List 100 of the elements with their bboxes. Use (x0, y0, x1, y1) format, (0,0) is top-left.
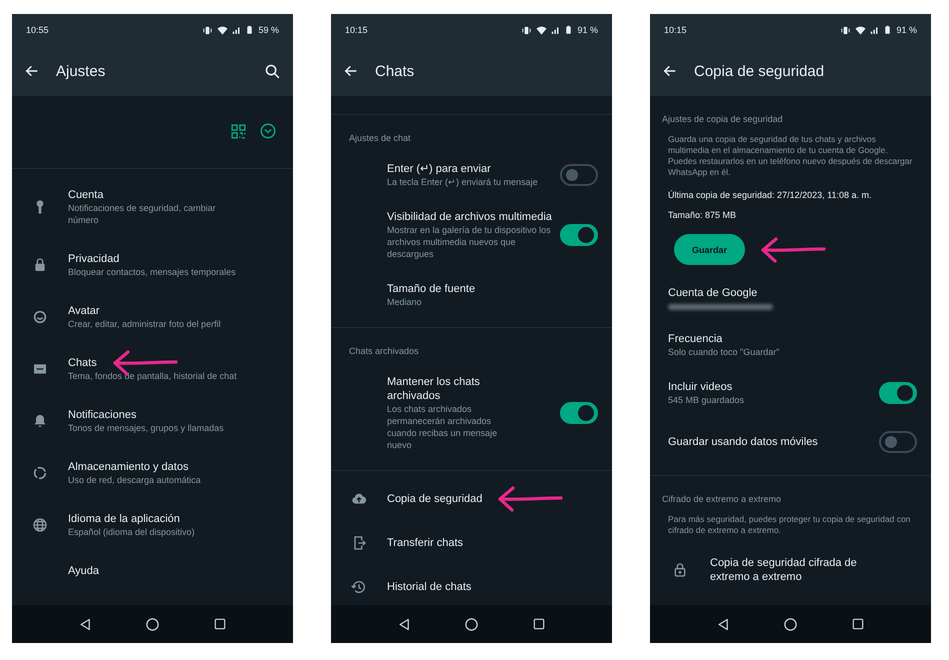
setting-description: La tecla Enter (↵) enviará tu mensaje (387, 176, 539, 188)
setting-item[interactable]: Frecuencia Solo cuando toco "Guardar" (650, 321, 931, 369)
screen-title: Chats (375, 62, 414, 80)
setting-description: Bloquear contactos, mensajes temporales (68, 266, 237, 278)
toggle-switch[interactable] (879, 382, 917, 404)
setting-title: Copia de seguridad cifrada de extremo a extremo (710, 556, 858, 584)
chevron-down-circle-icon (259, 122, 277, 140)
toggle-switch[interactable] (560, 224, 598, 246)
vibrate-icon (840, 24, 852, 36)
circle-home-icon (145, 616, 160, 632)
setting-item[interactable]: Ayuda (12, 551, 293, 591)
lock-icon (672, 562, 688, 578)
toggle-switch[interactable] (560, 164, 598, 186)
setting-title: Cuenta (68, 188, 104, 202)
setting-item[interactable]: Avatar Crear, editar, administrar foto del perfil (12, 291, 293, 343)
setting-title: Transferir chats (387, 536, 464, 550)
setting-item[interactable]: Cuenta de Google (650, 275, 931, 321)
qr-code-icon (230, 122, 247, 140)
screen-title: Copia de seguridad (694, 62, 824, 80)
battery-icon (564, 24, 574, 36)
setting-title: Privacidad (68, 252, 120, 266)
recents-button[interactable] (850, 617, 865, 631)
back-arrow-icon (24, 63, 40, 79)
battery-icon (883, 24, 892, 36)
wifi-icon (536, 24, 548, 36)
square-recents-icon (212, 617, 227, 631)
home-button[interactable] (145, 616, 160, 632)
signal-icon (232, 24, 242, 36)
setting-title: Historial de chats (387, 580, 472, 594)
setting-item[interactable]: Copia de seguridad (331, 477, 612, 521)
toggle-switch[interactable] (560, 402, 598, 424)
smiley-icon (32, 309, 48, 325)
section-header: Ajustes de copia de seguridad (661, 113, 784, 126)
toggle-setting[interactable]: Guardar usando datos móviles (650, 417, 931, 467)
setting-title: Almacenamiento y datos (68, 460, 188, 474)
info-text: Tamaño: 875 MB (667, 209, 738, 222)
setting-item[interactable]: Notificaciones Tonos de mensajes, grupos y llamadas (12, 395, 293, 447)
setting-title: Chats (68, 356, 97, 370)
battery-icon (245, 24, 254, 36)
setting-title: Cuenta de Google (668, 286, 758, 300)
square-recents-icon (532, 617, 546, 631)
setting-description: Mostrar en la galería de tu dispositivo los archivos multimedia nuevos que descargues (387, 224, 552, 260)
info-text: Última copia de seguridad: 27/12/2023, 11:08 a. m. (667, 189, 872, 202)
recents-button[interactable] (532, 617, 546, 631)
setting-item[interactable]: Idioma de la aplicación Español (idioma del dispositivo) (12, 499, 293, 551)
setting-title: Tamaño de fuente (387, 282, 476, 296)
setting-item[interactable]: Tamaño de fuente Mediano (331, 271, 612, 319)
setting-item[interactable]: Privacidad Bloquear contactos, mensajes temporales (12, 239, 293, 291)
battery-percentage: 59 % (258, 25, 279, 35)
setting-item[interactable]: Transferir chats (331, 521, 612, 565)
vibrate-icon (202, 24, 214, 36)
history-icon (351, 579, 367, 595)
toggle-switch[interactable] (879, 431, 917, 453)
back-button[interactable] (662, 63, 678, 79)
search-icon (264, 62, 281, 80)
expand-button[interactable] (259, 122, 277, 140)
status-time: 10:15 (345, 25, 368, 35)
back-button[interactable] (24, 63, 40, 79)
setting-title: Ayuda (68, 564, 99, 578)
setting-item[interactable]: Historial de chats (331, 565, 612, 605)
pointer-arrow (498, 486, 563, 512)
vibrate-icon (521, 24, 532, 36)
setting-item[interactable]: Cuenta Notificaciones de seguridad, cambiar número (12, 175, 293, 239)
back-arrow-icon (343, 63, 359, 79)
search-button[interactable] (264, 62, 281, 80)
bell-icon (32, 413, 48, 429)
description-text: Para más seguridad, puedes proteger tu copia de seguridad con cifrado de extremo a extremo. (667, 513, 912, 537)
pointer-arrow (761, 236, 826, 262)
setting-title: Mantener los chats archivados (387, 375, 481, 403)
setting-title: Notificaciones (68, 408, 136, 422)
setting-title: Idioma de la aplicación (68, 512, 180, 526)
square-recents-icon (850, 617, 865, 631)
setting-title: Visibilidad de archivos multimedia (387, 210, 552, 224)
wifi-icon (217, 24, 228, 36)
qr-code-button[interactable] (230, 122, 247, 140)
setting-description: Crear, editar, administrar foto del perfil (68, 318, 222, 330)
setting-description: Uso de red, descarga automática (68, 474, 202, 486)
setting-description: Notificaciones de seguridad, cambiar número (68, 202, 217, 226)
setting-description: 545 MB guardados (668, 394, 746, 406)
circle-home-icon (783, 616, 798, 632)
setting-title: Frecuencia (668, 332, 722, 346)
wifi-icon (855, 24, 866, 36)
home-button[interactable] (783, 616, 798, 632)
screen-title: Ajustes (56, 62, 106, 80)
ring-icon (32, 465, 48, 481)
toggle-setting[interactable]: Visibilidad de archivos multimedia Mostrar en la galería de tu dispositivo los archivos multimedia nuevos que descargues (331, 199, 612, 271)
setting-title: Avatar (68, 304, 100, 318)
back-button[interactable] (343, 63, 359, 79)
section-header: Cifrado de extremo a extremo (661, 493, 782, 506)
recents-button[interactable] (212, 617, 227, 631)
home-button[interactable] (464, 616, 480, 632)
toggle-setting[interactable]: Enter (↵) para enviar La tecla Enter (↵) enviará tu mensaje (331, 151, 612, 199)
toggle-setting[interactable]: Incluir videos 545 MB guardados (650, 369, 931, 417)
setting-description: Español (idioma del dispositivo) (68, 526, 196, 538)
setting-title: Enter (↵) para enviar (387, 162, 491, 176)
setting-item[interactable]: Copia de seguridad cifrada de extremo a extremo (650, 542, 931, 598)
toggle-setting[interactable]: Mantener los chats archivados Los chats archivados permanecerán archivados cuando recibas un mensaje nuevo (331, 364, 612, 462)
globe-icon (32, 517, 48, 533)
battery-percentage: 91 % (896, 25, 917, 35)
setting-item[interactable]: Almacenamiento y datos Uso de red, descarga automática (12, 447, 293, 499)
